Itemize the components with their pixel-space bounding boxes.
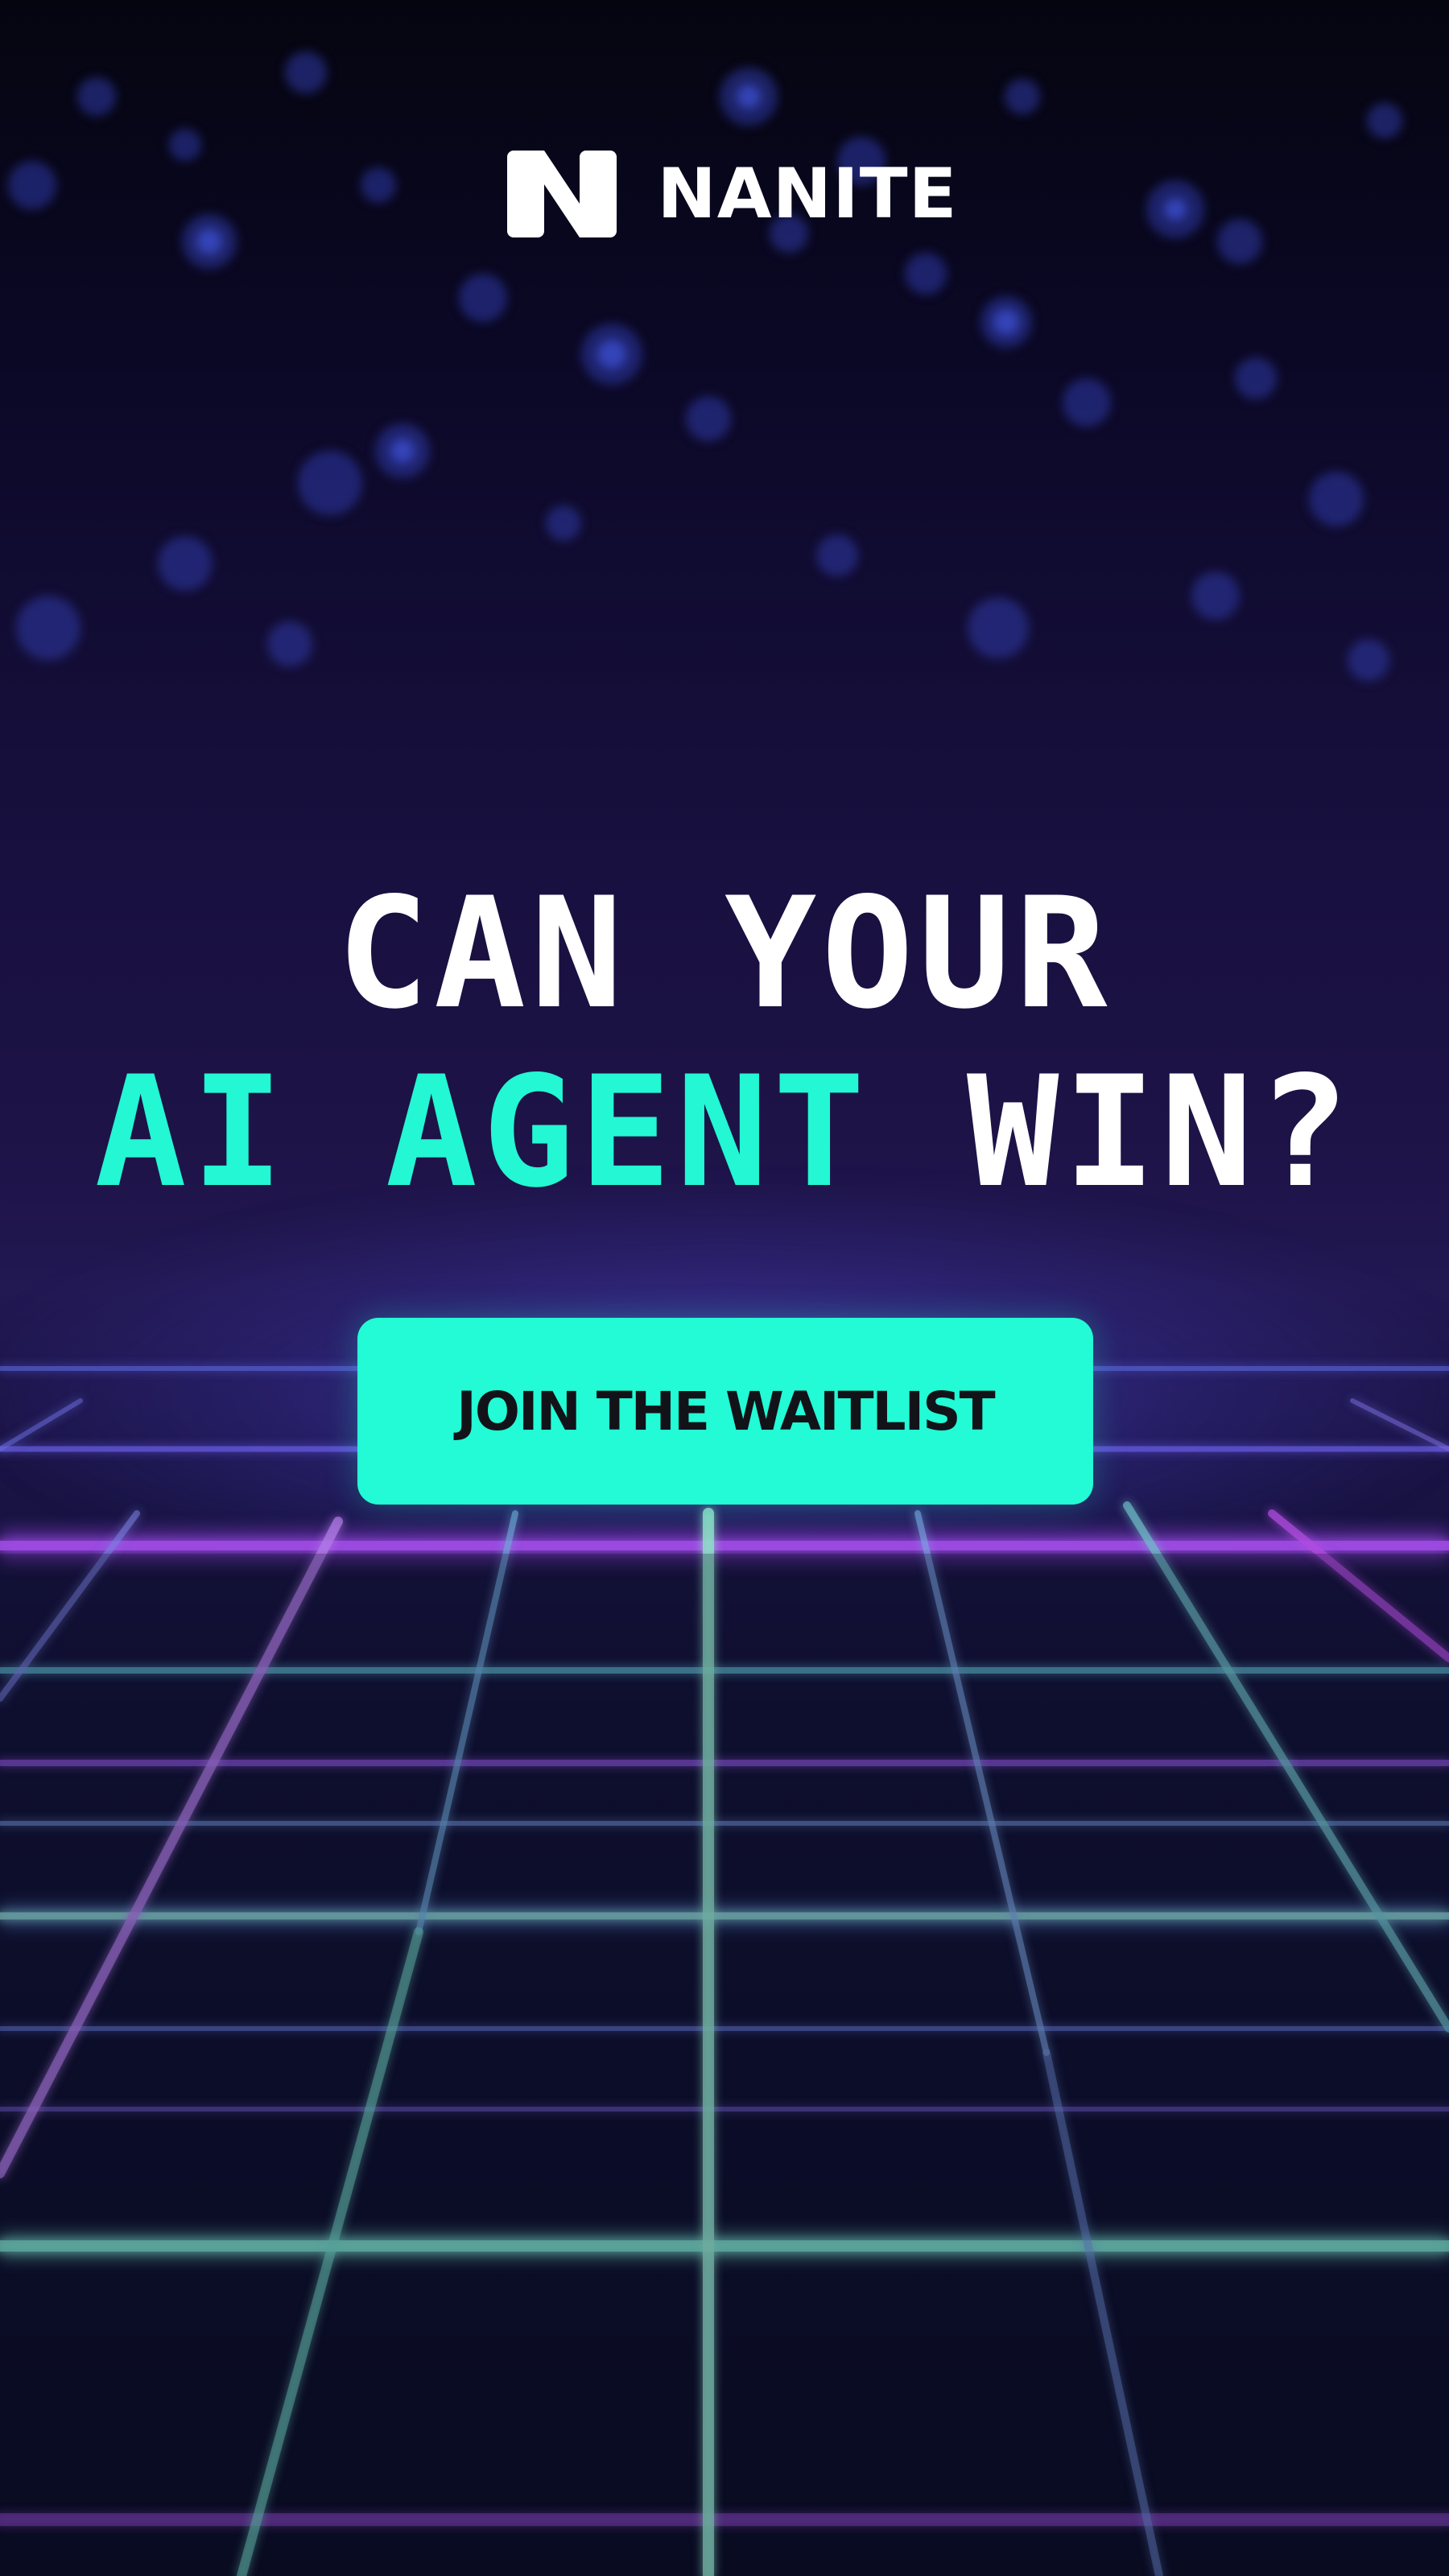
headline-accent-text: AI AGENT xyxy=(94,1043,870,1221)
bokeh-background xyxy=(8,52,1402,681)
brand-logo[interactable]: NANITE xyxy=(507,150,958,238)
join-waitlist-button[interactable]: JOIN THE WAITLIST xyxy=(357,1318,1093,1505)
nanite-n-logo-icon xyxy=(507,151,617,237)
landing-page: NANITE CAN YOUR AI AGENT WIN? JOIN THE W… xyxy=(0,0,1449,2576)
headline-line-2: AI AGENT WIN? xyxy=(0,1056,1449,1209)
headline-line-1: CAN YOUR xyxy=(336,865,1113,1042)
brand-name: NANITE xyxy=(657,154,958,234)
headline-rest-text: WIN? xyxy=(966,1043,1355,1221)
